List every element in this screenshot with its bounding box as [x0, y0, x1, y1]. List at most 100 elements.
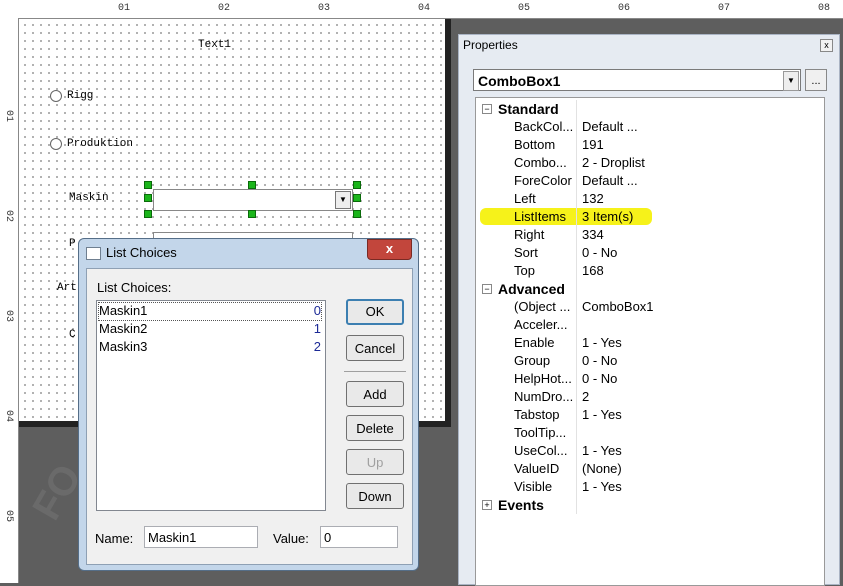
- property-value[interactable]: 168: [582, 263, 604, 278]
- property-name: Enable: [514, 335, 555, 350]
- ruler-tick-label: 04: [418, 3, 431, 14]
- property-value[interactable]: 0 - No: [582, 353, 617, 368]
- property-name: Acceler...: [514, 317, 568, 332]
- property-row[interactable]: ValueID (None): [476, 460, 824, 478]
- property-row-listitems[interactable]: ListItems 3 Item(s): [476, 208, 824, 226]
- selection-handle[interactable]: [248, 181, 256, 189]
- property-row[interactable]: BackCol... Default ...: [476, 118, 824, 136]
- delete-button[interactable]: Delete: [346, 415, 404, 441]
- property-row[interactable]: (Object ... ComboBox1: [476, 298, 824, 316]
- category-standard[interactable]: − Standard: [476, 100, 824, 118]
- property-value[interactable]: 334: [582, 227, 604, 242]
- close-icon[interactable]: x: [820, 39, 833, 52]
- label-text1[interactable]: Text1: [198, 39, 231, 51]
- property-row[interactable]: Group 0 - No: [476, 352, 824, 370]
- item-value: 1: [313, 321, 321, 336]
- chevron-down-icon[interactable]: ▼: [783, 71, 799, 91]
- chevron-down-icon[interactable]: ▼: [335, 191, 351, 209]
- combobox1[interactable]: ▼: [153, 189, 353, 211]
- selection-handle[interactable]: [144, 210, 152, 218]
- property-value[interactable]: 1 - Yes: [582, 479, 622, 494]
- property-row[interactable]: Bottom 191: [476, 136, 824, 154]
- expand-icon[interactable]: +: [482, 500, 492, 510]
- object-browse-button[interactable]: ...: [805, 69, 827, 91]
- property-value[interactable]: 1 - Yes: [582, 335, 622, 350]
- selection-handle[interactable]: [353, 210, 361, 218]
- property-value[interactable]: 0 - No: [582, 371, 617, 386]
- property-row[interactable]: Combo... 2 - Droplist: [476, 154, 824, 172]
- up-button[interactable]: Up: [346, 449, 404, 475]
- add-button[interactable]: Add: [346, 381, 404, 407]
- property-row[interactable]: Top 168: [476, 262, 824, 280]
- selection-handle[interactable]: [248, 210, 256, 218]
- list-item[interactable]: Maskin2 1: [99, 321, 321, 338]
- property-row[interactable]: Visible 1 - Yes: [476, 478, 824, 496]
- property-value[interactable]: 132: [582, 191, 604, 206]
- selection-handle[interactable]: [353, 181, 361, 189]
- value-label: Value:: [273, 531, 309, 546]
- label-partial: C: [69, 329, 76, 341]
- property-row[interactable]: Left 132: [476, 190, 824, 208]
- item-name: Maskin1: [99, 303, 148, 318]
- collapse-icon[interactable]: −: [482, 284, 492, 294]
- window-icon: [86, 247, 101, 260]
- property-name: Left: [514, 191, 536, 206]
- property-value[interactable]: 191: [582, 137, 604, 152]
- property-row[interactable]: Sort 0 - No: [476, 244, 824, 262]
- property-name: NumDro...: [514, 389, 574, 404]
- property-value[interactable]: Default ...: [582, 119, 638, 134]
- list-item[interactable]: Maskin1 0: [98, 302, 322, 321]
- property-row[interactable]: UseCol... 1 - Yes: [476, 442, 824, 460]
- property-name: ForeColor: [514, 173, 572, 188]
- name-label: Name:: [95, 531, 134, 546]
- property-value[interactable]: 2 - Droplist: [582, 155, 645, 170]
- property-row[interactable]: HelpHot... 0 - No: [476, 370, 824, 388]
- property-name: Combo...: [514, 155, 567, 170]
- cancel-button[interactable]: Cancel: [346, 335, 404, 361]
- property-value[interactable]: ComboBox1: [582, 299, 654, 314]
- category-advanced[interactable]: − Advanced: [476, 280, 824, 298]
- property-value[interactable]: 0 - No: [582, 245, 617, 260]
- ruler-tick-label: 02: [218, 3, 231, 14]
- property-value[interactable]: 3 Item(s): [582, 209, 633, 224]
- list-label: List Choices:: [97, 280, 172, 295]
- radio-rigg[interactable]: [50, 90, 62, 102]
- category-events[interactable]: + Events: [476, 496, 824, 514]
- selection-handle[interactable]: [353, 194, 361, 202]
- property-name: Right: [514, 227, 545, 242]
- item-name: Maskin3: [99, 339, 148, 354]
- property-row[interactable]: Right 334: [476, 226, 824, 244]
- ruler-tick-label: 01: [3, 110, 14, 123]
- down-button[interactable]: Down: [346, 483, 404, 509]
- item-value: 2: [313, 339, 321, 354]
- property-name: Group: [514, 353, 551, 368]
- property-row[interactable]: Tabstop 1 - Yes: [476, 406, 824, 424]
- dialog-title: List Choices: [106, 245, 177, 260]
- selection-handle[interactable]: [144, 181, 152, 189]
- ok-button[interactable]: OK: [346, 299, 404, 325]
- radio-produktion[interactable]: [50, 138, 62, 150]
- list-item[interactable]: Maskin3 2: [99, 339, 321, 356]
- value-field[interactable]: 0: [320, 526, 398, 548]
- ruler-tick-label: 05: [518, 3, 531, 14]
- object-selector[interactable]: ComboBox1: [473, 69, 801, 91]
- property-row[interactable]: Acceler...: [476, 316, 824, 334]
- property-value[interactable]: 2: [582, 389, 589, 404]
- property-value[interactable]: Default ...: [582, 173, 638, 188]
- close-button[interactable]: x: [367, 239, 412, 260]
- property-value[interactable]: 1 - Yes: [582, 443, 622, 458]
- property-row[interactable]: Enable 1 - Yes: [476, 334, 824, 352]
- choices-listbox[interactable]: Maskin1 0 Maskin2 1 Maskin3 2: [96, 300, 326, 511]
- collapse-icon[interactable]: −: [482, 104, 492, 114]
- property-value[interactable]: 1 - Yes: [582, 407, 622, 422]
- property-value[interactable]: (None): [582, 461, 622, 476]
- property-row[interactable]: ForeColor Default ...: [476, 172, 824, 190]
- name-field[interactable]: Maskin1: [144, 526, 258, 548]
- label-produktion: Produktion: [67, 138, 134, 150]
- category-label: Advanced: [498, 281, 565, 297]
- ruler-tick-label: 05: [3, 510, 14, 523]
- property-row[interactable]: ToolTip...: [476, 424, 824, 442]
- selection-handle[interactable]: [144, 194, 152, 202]
- property-row[interactable]: NumDro... 2: [476, 388, 824, 406]
- ruler-top: 01 02 03 04 05 06 07 08: [0, 0, 843, 19]
